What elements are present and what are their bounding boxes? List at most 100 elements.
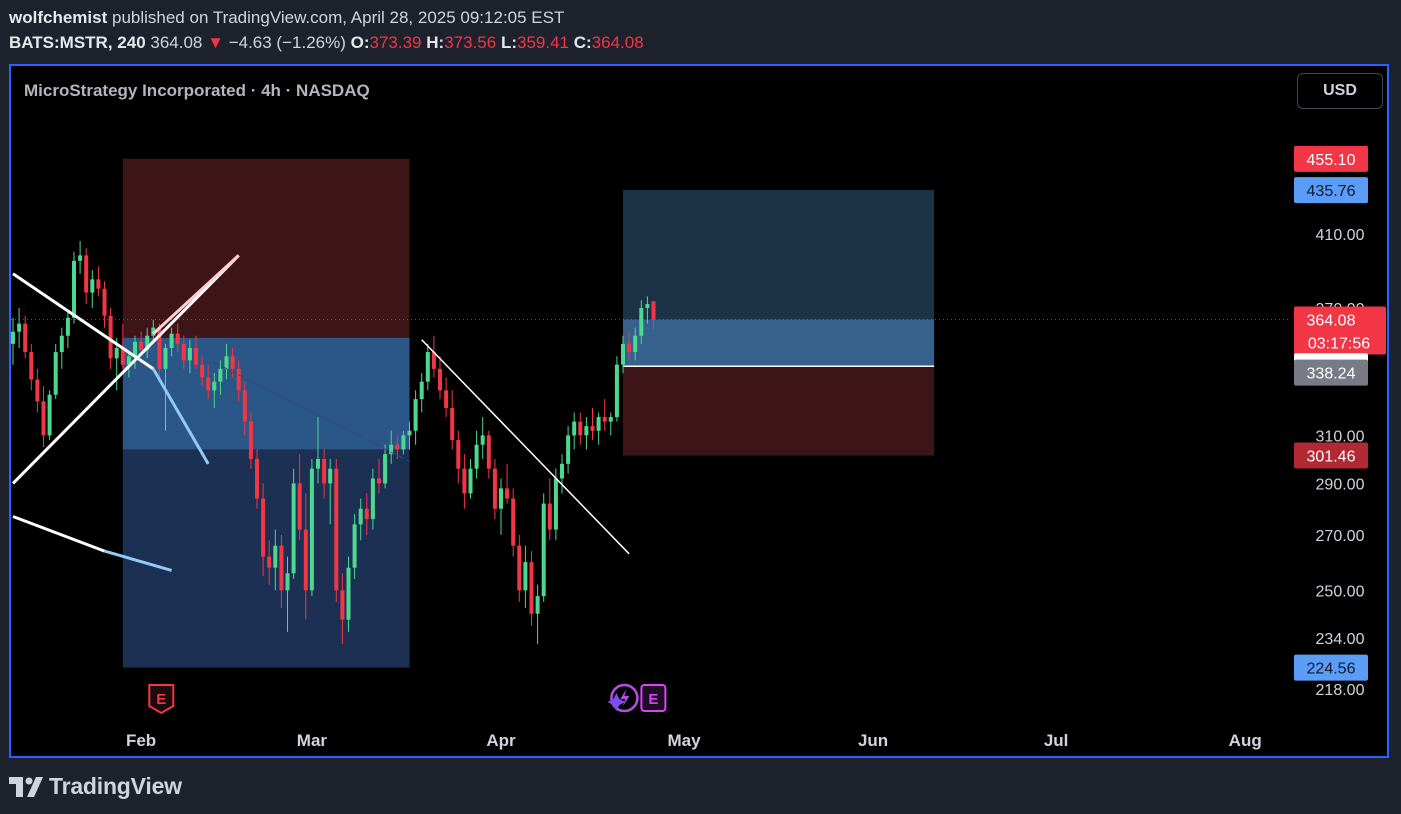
earnings-event-label: E bbox=[648, 691, 658, 708]
candle-body bbox=[90, 279, 95, 293]
candle-body bbox=[200, 364, 205, 378]
candle-body bbox=[309, 468, 314, 591]
brand-name: TradingView bbox=[49, 773, 182, 799]
candle-body bbox=[291, 483, 296, 574]
candle-body bbox=[139, 341, 144, 351]
candle-body bbox=[419, 381, 424, 400]
candle-body bbox=[78, 255, 83, 261]
candle-body bbox=[346, 567, 351, 620]
candle-body bbox=[218, 368, 223, 382]
candle-body bbox=[303, 529, 308, 591]
candle-body bbox=[492, 468, 497, 509]
candle-body bbox=[17, 323, 22, 332]
candle-body bbox=[163, 347, 168, 369]
candle-body bbox=[627, 343, 632, 353]
price-label: 364.08 bbox=[1307, 313, 1356, 330]
y-tick-label: 234.00 bbox=[1316, 631, 1365, 648]
candle-body bbox=[480, 435, 485, 445]
candle-body bbox=[181, 343, 186, 361]
candle-body bbox=[413, 399, 418, 431]
candle-body bbox=[72, 260, 76, 318]
y-tick-label: 218.00 bbox=[1316, 682, 1365, 699]
low-value: 359.41 bbox=[516, 33, 569, 52]
price-label: 301.46 bbox=[1307, 449, 1356, 466]
candle-body bbox=[285, 573, 290, 591]
candle-body bbox=[535, 596, 540, 614]
candle-body bbox=[169, 333, 174, 348]
candle-body bbox=[547, 503, 552, 530]
candle-body bbox=[224, 356, 229, 369]
candle-body bbox=[407, 430, 412, 436]
candle-body bbox=[108, 315, 113, 359]
candle-body bbox=[468, 468, 473, 494]
candle-body bbox=[29, 352, 34, 380]
candle-body bbox=[255, 459, 259, 499]
chart-title: MicroStrategy Incorporated · 4h · NASDAQ bbox=[24, 81, 370, 100]
candle-body bbox=[206, 377, 211, 391]
candle-body bbox=[102, 288, 107, 316]
low-label: L: bbox=[500, 33, 517, 52]
candle-body bbox=[395, 444, 400, 450]
candle-body bbox=[444, 390, 449, 409]
x-tick-label: Aug bbox=[1229, 731, 1262, 750]
candle-body bbox=[590, 426, 595, 431]
candle-body bbox=[651, 301, 656, 320]
x-tick-label: Feb bbox=[126, 731, 156, 750]
x-tick-label: Mar bbox=[297, 731, 328, 750]
candle-body bbox=[236, 368, 241, 391]
candle-body bbox=[334, 468, 339, 591]
candle-body bbox=[41, 401, 46, 436]
price-chart[interactable]: 410.00370.00310.00290.00270.00250.00234.… bbox=[11, 66, 1387, 756]
candle-body bbox=[523, 562, 528, 591]
candle-body bbox=[328, 468, 333, 484]
candle-body bbox=[383, 454, 388, 484]
tradingview-logo[interactable]: TradingView bbox=[9, 773, 182, 800]
x-tick-label: Jul bbox=[1044, 731, 1069, 750]
candle-body bbox=[370, 478, 375, 520]
candle-body bbox=[621, 343, 625, 365]
price-label: 435.76 bbox=[1307, 183, 1356, 200]
candle-body bbox=[614, 364, 619, 418]
candle-body bbox=[578, 421, 583, 436]
candle-body bbox=[273, 545, 278, 568]
y-tick-label: 410.00 bbox=[1316, 227, 1365, 244]
chart-frame[interactable]: 410.00370.00310.00290.00270.00250.00234.… bbox=[9, 64, 1389, 758]
candle-body bbox=[553, 478, 558, 530]
take-profit-zone bbox=[623, 190, 935, 320]
candle-body bbox=[267, 556, 272, 568]
candle-body bbox=[364, 508, 369, 520]
down-arrow-icon: ▼ bbox=[207, 33, 224, 52]
candle-body bbox=[425, 352, 430, 382]
candle-body bbox=[248, 421, 253, 460]
candle-body bbox=[47, 394, 52, 436]
candle-body bbox=[517, 545, 522, 591]
candle-body bbox=[65, 317, 70, 336]
candle-body bbox=[456, 440, 461, 469]
price-label: 338.24 bbox=[1307, 366, 1356, 383]
candle-body bbox=[499, 488, 503, 509]
author-name[interactable]: wolfchemist bbox=[9, 8, 107, 27]
candle-body bbox=[358, 508, 363, 525]
x-tick-label: May bbox=[667, 731, 701, 750]
candle-body bbox=[194, 347, 198, 365]
y-tick-label: 250.00 bbox=[1316, 583, 1365, 600]
candle-body bbox=[584, 426, 589, 436]
candle-body bbox=[462, 468, 467, 494]
take-profit-zone bbox=[122, 449, 410, 668]
candle-body bbox=[230, 356, 235, 369]
candle-body bbox=[511, 498, 516, 546]
x-tick-label: Apr bbox=[486, 731, 516, 750]
last-price: 364.08 bbox=[150, 33, 203, 52]
close-label: C: bbox=[573, 33, 592, 52]
candle-body bbox=[35, 379, 40, 402]
high-value: 373.56 bbox=[444, 33, 497, 52]
candle-body bbox=[438, 368, 442, 391]
candle-body bbox=[450, 408, 455, 441]
candle-body bbox=[639, 307, 644, 336]
candle-body bbox=[297, 483, 302, 530]
earnings-event-label: E bbox=[156, 691, 166, 708]
currency-button[interactable]: USD bbox=[1297, 73, 1383, 109]
candle-body bbox=[322, 459, 327, 484]
change-value: −4.63 (−1.26%) bbox=[228, 33, 346, 52]
candle-body bbox=[560, 463, 564, 479]
